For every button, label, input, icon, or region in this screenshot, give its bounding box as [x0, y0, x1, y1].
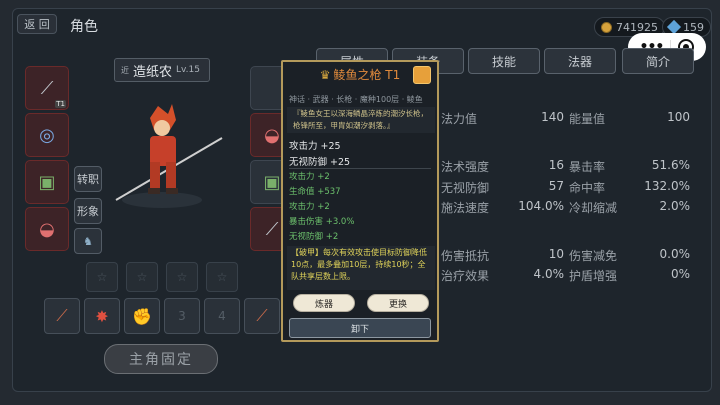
coin-icon: [601, 21, 612, 33]
stat-value: 57: [548, 179, 564, 193]
item-thumbnail-icon: [413, 66, 431, 84]
skill-slot-1[interactable]: ⟋: [44, 298, 80, 334]
stat-label: 无视防御: [441, 181, 490, 195]
tab-artifacts[interactable]: 法器: [544, 48, 616, 74]
skill-slot-6[interactable]: ⟋: [244, 298, 280, 334]
stat-label: 治疗效果: [441, 269, 490, 283]
ring-icon: ◎: [39, 124, 55, 146]
main-attr: 攻击力 +25: [289, 141, 341, 152]
stat-label: 能量值: [569, 112, 606, 126]
stat-value: 132.0%: [644, 179, 690, 193]
star-slot-3[interactable]: ☆: [166, 262, 198, 292]
horse-icon: ♞: [83, 234, 93, 248]
sub-attr: 生命值 +537: [289, 187, 341, 197]
range-tag: 近: [121, 65, 129, 75]
armor-slot[interactable]: ▣: [25, 160, 69, 204]
burst-icon: ✸: [95, 306, 109, 326]
item-skill-desc: 【破甲】每次有效攻击使目标防御降低10点，最多叠加10层，持续10秒；全队共享层…: [287, 246, 435, 290]
stat-value: 100: [667, 110, 690, 124]
stat-label: 法力值: [441, 112, 478, 126]
divider: [289, 168, 431, 169]
stat-value: 16: [548, 158, 564, 172]
transfer-class-button[interactable]: 转职: [74, 166, 102, 192]
rank-icon: ♛: [319, 68, 331, 82]
charm-icon: ◒: [264, 124, 280, 146]
stat-label: 施法速度: [441, 201, 490, 215]
star-slot-4[interactable]: ☆: [206, 262, 238, 292]
stat-label: 伤害抵抗: [441, 249, 490, 263]
sub-attr: 无视防御 +2: [289, 232, 339, 242]
stat-value: 140: [541, 110, 564, 124]
sub-attr: 暴击伤害 +3.0%: [289, 217, 355, 227]
character-portrait: [115, 104, 223, 208]
skill-slot-4[interactable]: 3: [164, 298, 200, 334]
amulet-icon: ◒: [39, 218, 55, 240]
ring-slot[interactable]: ◎: [25, 113, 69, 157]
character-name: 造纸农: [133, 64, 173, 80]
stat-value: 51.6%: [651, 158, 690, 172]
item-meta: 神话 · 武器 · 长枪 · 魔种100层 · 鲮鱼: [289, 95, 423, 104]
stat-value: 0%: [670, 267, 690, 281]
stat-label: 护盾增强: [569, 269, 618, 283]
pet-button[interactable]: ♞: [74, 228, 102, 254]
armor-icon: ▣: [38, 171, 56, 193]
stat-value: 104.0%: [518, 199, 564, 213]
skill-slot-2[interactable]: ✸: [84, 298, 120, 334]
coin-amount: 741925: [616, 20, 658, 34]
stat-label: 命中率: [569, 181, 606, 195]
spear-icon: ⟋: [56, 306, 68, 325]
gem-icon: [666, 19, 682, 35]
star-slot-1[interactable]: ☆: [86, 262, 118, 292]
sub-attr: 攻击力 +2: [289, 172, 330, 182]
item-flavor-text: 『鲮鱼女王以深海鳞晶淬炼的潮汐长枪，枪锋所至，甲胄如潮汐剥落。』: [287, 107, 435, 133]
skill-slot-3[interactable]: ✊: [124, 298, 160, 334]
tier-badge: T1: [55, 100, 66, 108]
stat-label: 法术强度: [441, 160, 490, 174]
main-attr: 无视防御 +25: [289, 157, 351, 168]
spear-icon: ⟋: [265, 218, 279, 240]
back-button[interactable]: 返 回: [17, 14, 57, 34]
character-level: Lv.15: [176, 65, 200, 75]
item-detail-popup: ♛ 鲮鱼之枪 T1 神话 · 武器 · 长枪 · 魔种100层 · 鲮鱼 『鲮鱼女…: [281, 60, 439, 342]
stat-value: 4.0%: [533, 267, 565, 281]
unequip-button[interactable]: 卸下: [289, 318, 431, 338]
fix-main-character-button[interactable]: 主角固定: [104, 344, 218, 374]
tab-skills[interactable]: 技能: [468, 48, 540, 74]
stat-label: 冷却缩减: [569, 201, 618, 215]
spear-icon: ⟋: [40, 77, 54, 99]
replace-button[interactable]: 更换: [367, 294, 429, 312]
character-nameplate: 近 造纸农 Lv.15: [114, 58, 210, 82]
stat-value: 10: [548, 247, 564, 261]
appearance-button[interactable]: 形象: [74, 198, 102, 224]
page-title: 角色: [70, 19, 98, 35]
armor-icon: ▣: [263, 171, 281, 193]
skill-slot-5[interactable]: 4: [204, 298, 240, 334]
stat-value: 0.0%: [659, 247, 691, 261]
tab-profile[interactable]: 简介: [622, 48, 694, 74]
spear-icon: ⟋: [256, 306, 268, 325]
weapon-slot[interactable]: ⟋ T1: [25, 66, 69, 110]
gem-amount: 159: [683, 20, 704, 34]
accessory-slot[interactable]: ◒: [25, 207, 69, 251]
sub-attr: 攻击力 +2: [289, 202, 330, 212]
stat-label: 暴击率: [569, 160, 606, 174]
star-slot-2[interactable]: ☆: [126, 262, 158, 292]
muscle-icon: ✊: [132, 306, 152, 326]
refine-button[interactable]: 炼器: [293, 294, 355, 312]
stat-value: 2.0%: [659, 199, 691, 213]
stat-label: 伤害减免: [569, 249, 618, 263]
item-name: 鲮鱼之枪 T1: [333, 68, 401, 82]
